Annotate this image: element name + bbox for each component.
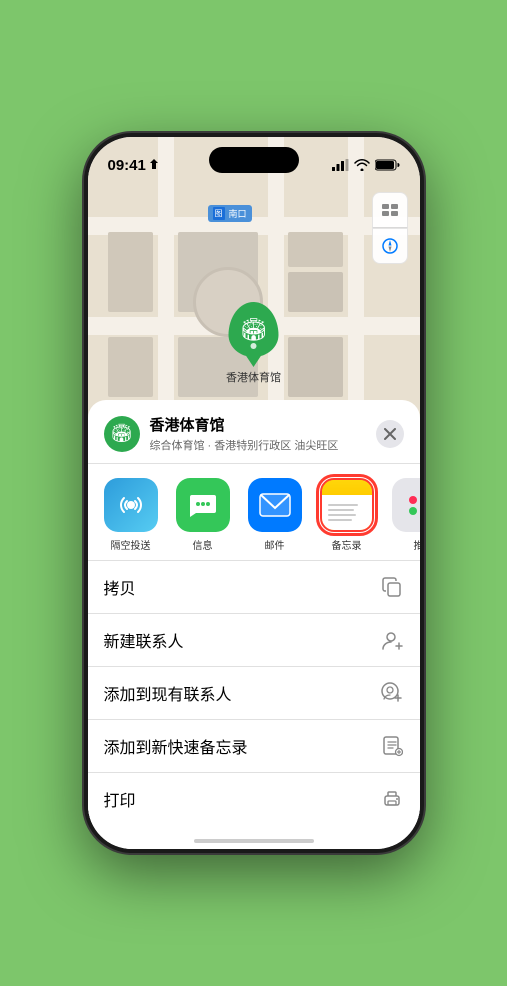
messages-icon xyxy=(176,478,230,532)
action-print-label: 打印 xyxy=(104,787,136,811)
messages-symbol xyxy=(188,491,218,519)
share-more[interactable]: 推 xyxy=(384,478,420,552)
map-controls xyxy=(372,192,408,264)
location-marker: 🏟 香港体育馆 xyxy=(226,302,281,385)
mail-symbol xyxy=(259,493,291,517)
person-add-icon xyxy=(380,628,404,652)
share-airdrop[interactable]: 隔空投送 xyxy=(96,478,166,552)
close-button[interactable] xyxy=(376,420,404,448)
location-name: 香港体育馆 xyxy=(150,414,366,435)
action-add-existing[interactable]: 添加到现有联系人 xyxy=(88,666,420,719)
action-add-existing-label: 添加到现有联系人 xyxy=(104,681,232,705)
note-add-icon xyxy=(380,734,404,758)
share-notes[interactable]: 备忘录 xyxy=(312,478,382,552)
marker-pin: 🏟 xyxy=(229,302,279,357)
phone-frame: 09:41 xyxy=(84,133,424,853)
action-add-note-label: 添加到新快速备忘录 xyxy=(104,734,248,758)
close-icon xyxy=(384,428,396,440)
share-messages[interactable]: 信息 xyxy=(168,478,238,552)
share-mail[interactable]: 邮件 xyxy=(240,478,310,552)
share-row: 隔空投送 信息 xyxy=(88,464,420,560)
location-info: 香港体育馆 综合体育馆 · 香港特别行政区 油尖旺区 xyxy=(150,414,366,453)
map-type-button[interactable] xyxy=(372,192,408,228)
dynamic-island xyxy=(209,147,299,173)
action-print[interactable]: 打印 xyxy=(88,772,420,825)
airdrop-icon xyxy=(104,478,158,532)
airdrop-label: 隔空投送 xyxy=(111,537,151,552)
status-icons xyxy=(332,159,400,171)
mail-label: 邮件 xyxy=(265,537,285,552)
marker-label: 香港体育馆 xyxy=(226,369,281,385)
printer-icon xyxy=(380,787,404,811)
location-status-icon xyxy=(149,159,159,171)
action-copy-label: 拷贝 xyxy=(104,575,136,599)
notes-label: 备忘录 xyxy=(332,537,362,552)
my-location-button[interactable] xyxy=(372,228,408,264)
map-type-icon xyxy=(381,201,399,219)
battery-icon xyxy=(375,159,400,171)
location-subtitle: 综合体育馆 · 香港特别行政区 油尖旺区 xyxy=(150,437,366,453)
action-new-contact[interactable]: 新建联系人 xyxy=(88,613,420,666)
wifi-icon xyxy=(354,159,370,171)
action-list: 拷贝 新建联系人 xyxy=(88,560,420,825)
signal-icon xyxy=(332,159,349,171)
stadium-icon: 🏟 xyxy=(240,319,268,341)
location-header: 🏟 香港体育馆 综合体育馆 · 香港特别行政区 油尖旺区 xyxy=(88,400,420,464)
status-time: 09:41 xyxy=(108,157,146,174)
more-label: 推 xyxy=(414,537,420,552)
action-copy[interactable]: 拷贝 xyxy=(88,560,420,613)
more-icon xyxy=(392,478,420,532)
bottom-sheet: 🏟 香港体育馆 综合体育馆 · 香港特别行政区 油尖旺区 xyxy=(88,400,420,849)
action-add-note[interactable]: 添加到新快速备忘录 xyxy=(88,719,420,772)
action-new-contact-label: 新建联系人 xyxy=(104,628,184,652)
marker-dot xyxy=(251,343,257,349)
home-indicator xyxy=(194,839,314,843)
airdrop-symbol xyxy=(117,491,145,519)
location-venue-icon: 🏟 xyxy=(104,416,140,452)
messages-label: 信息 xyxy=(193,537,213,552)
notes-icon xyxy=(320,478,374,532)
copy-icon xyxy=(380,575,404,599)
person-circle-add-icon xyxy=(380,681,404,705)
phone-screen: 09:41 xyxy=(88,137,420,849)
map-sign: 图 南口 xyxy=(208,205,252,222)
compass-icon xyxy=(382,238,398,254)
venue-emoji: 🏟 xyxy=(110,423,133,444)
mail-icon xyxy=(248,478,302,532)
